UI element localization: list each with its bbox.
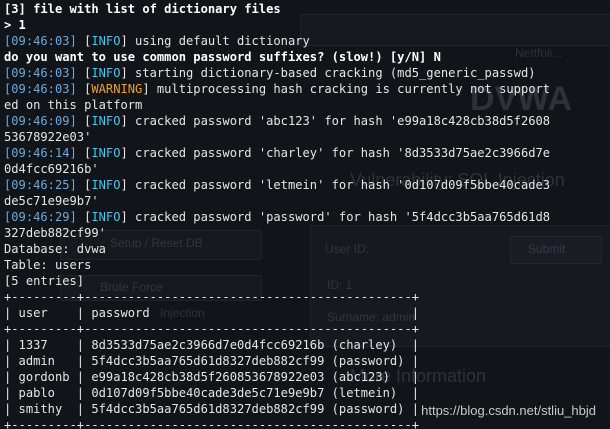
info-tag: INFO <box>91 114 121 128</box>
terminal-line: do you want to use common password suffi… <box>4 49 610 65</box>
terminal-line: Database: dvwa <box>4 241 610 257</box>
timestamp: [09:46:03] <box>4 82 77 96</box>
terminal-line: > 1 <box>4 17 610 33</box>
info-tag: INFO <box>91 34 121 48</box>
terminal-line: | gordonb | e99a18c428cb38d5f26085367892… <box>4 369 610 385</box>
line-text: ] cracked password 'charley' for hash '8… <box>120 146 551 160</box>
line-text: ] cracked password 'password' for hash '… <box>120 210 551 224</box>
line-text: ] starting dictionary-based cracking (md… <box>120 66 536 80</box>
line-text: ] using default dictionary <box>120 34 310 48</box>
terminal-line: [09:46:29] [INFO] cracked password 'pass… <box>4 209 610 225</box>
line-text: [ <box>76 146 92 160</box>
line-text: > 1 <box>4 18 26 32</box>
terminal-line: Table: users <box>4 257 610 273</box>
terminal-line: +---------+-----------------------------… <box>4 417 610 429</box>
terminal-line: | user | password | <box>4 305 610 321</box>
terminal-line: 53678922e03' <box>4 129 610 145</box>
terminal-line: [09:46:03] [WARNING] multiprocessing has… <box>4 81 610 97</box>
terminal-line: [09:46:03] [INFO] starting dictionary-ba… <box>4 65 610 81</box>
line-text: Database: dvwa <box>4 242 106 256</box>
line-text: Table: users <box>4 258 92 272</box>
line-text: 0d4fcc69216b' <box>4 162 99 176</box>
timestamp: [09:46:03] <box>4 66 77 80</box>
terminal-line: 327deb882cf99' <box>4 225 610 241</box>
warning-tag: WARNING <box>91 82 143 96</box>
terminal-output: [3] file with list of dictionary files > … <box>4 1 610 429</box>
info-tag: INFO <box>91 146 121 160</box>
line-text: [ <box>76 114 92 128</box>
terminal-line: [3] file with list of dictionary files <box>4 1 610 17</box>
line-text: [3] file with list of dictionary files <box>4 2 281 16</box>
line-text: [ <box>76 34 92 48</box>
terminal-line: | pablo | 0d107d09f5bbe40cade3de5c71e9e9… <box>4 385 610 401</box>
timestamp: [09:46:09] <box>4 114 77 128</box>
line-text: | gordonb | e99a18c428cb38d5f26085367892… <box>4 370 420 384</box>
line-text: [ <box>76 178 92 192</box>
info-tag: INFO <box>91 178 121 192</box>
line-text: ] cracked password 'letmein' for hash '0… <box>120 178 551 192</box>
line-text: | pablo | 0d107d09f5bbe40cade3de5c71e9e9… <box>4 386 420 400</box>
terminal-window[interactable]: Nettfoli... DVWA Vulnerability: SQL Inje… <box>0 0 610 429</box>
terminal-line: de5c71e9e9b7' <box>4 193 610 209</box>
line-text: | smithy | 5f4dcc3b5aa765d61d8327deb882c… <box>4 402 420 416</box>
terminal-line: [5 entries] <box>4 273 610 289</box>
line-text: do you want to use common password suffi… <box>4 50 441 64</box>
terminal-line: | 1337 | 8d3533d75ae2c3966d7e0d4fcc69216… <box>4 337 610 353</box>
timestamp: [09:46:25] <box>4 178 77 192</box>
info-tag: INFO <box>91 210 121 224</box>
terminal-line: [09:46:14] [INFO] cracked password 'char… <box>4 145 610 161</box>
timestamp: [09:46:29] <box>4 210 77 224</box>
watermark: https://blog.csdn.net/stliu_hbjd <box>421 403 596 418</box>
timestamp: [09:46:14] <box>4 146 77 160</box>
line-text: +---------+-----------------------------… <box>4 322 420 336</box>
line-text: | admin | 5f4dcc3b5aa765d61d8327deb882cf… <box>4 354 420 368</box>
line-text: +---------+-----------------------------… <box>4 290 420 304</box>
line-text: +---------+-----------------------------… <box>4 418 420 429</box>
terminal-line: | admin | 5f4dcc3b5aa765d61d8327deb882cf… <box>4 353 610 369</box>
terminal-line: +---------+-----------------------------… <box>4 321 610 337</box>
line-text: de5c71e9e9b7' <box>4 194 99 208</box>
terminal-line: +---------+-----------------------------… <box>4 289 610 305</box>
timestamp: [09:46:03] <box>4 34 77 48</box>
terminal-line: [09:46:03] [INFO] using default dictiona… <box>4 33 610 49</box>
line-text: [ <box>76 66 92 80</box>
line-text: 327deb882cf99' <box>4 226 106 240</box>
line-text: [ <box>76 210 92 224</box>
info-tag: INFO <box>91 66 121 80</box>
line-text: ] cracked password 'abc123' for hash 'e9… <box>120 114 551 128</box>
line-text: ed on this platform <box>4 98 143 112</box>
terminal-line: [09:46:25] [INFO] cracked password 'letm… <box>4 177 610 193</box>
line-text: [5 entries] <box>4 274 85 288</box>
line-text: | user | password | <box>4 306 420 320</box>
line-text: ] multiprocessing hash cracking is curre… <box>142 82 551 96</box>
terminal-line: ed on this platform <box>4 97 610 113</box>
terminal-line: [09:46:09] [INFO] cracked password 'abc1… <box>4 113 610 129</box>
line-text: [ <box>76 82 92 96</box>
line-text: 53678922e03' <box>4 130 92 144</box>
terminal-line: 0d4fcc69216b' <box>4 161 610 177</box>
line-text: | 1337 | 8d3533d75ae2c3966d7e0d4fcc69216… <box>4 338 420 352</box>
